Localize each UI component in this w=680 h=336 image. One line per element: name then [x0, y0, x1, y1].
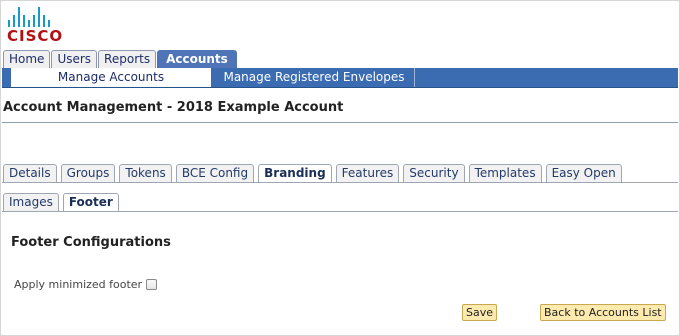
tab-groups[interactable]: Groups — [60, 164, 116, 182]
section-heading: Footer Configurations — [11, 235, 171, 250]
sub-nav: Manage Accounts Manage Registered Envelo… — [2, 68, 678, 88]
tab-footer[interactable]: Footer — [62, 193, 119, 211]
tab-images[interactable]: Images — [3, 193, 59, 211]
tab-features[interactable]: Features — [335, 164, 400, 182]
tab-accounts[interactable]: Accounts — [157, 50, 237, 68]
tab-security[interactable]: Security — [403, 164, 465, 182]
tab-bce-config[interactable]: BCE Config — [175, 164, 255, 182]
back-to-accounts-list-button[interactable]: Back to Accounts List — [540, 304, 666, 321]
tab-home[interactable]: Home — [3, 50, 51, 68]
apply-minimized-footer-checkbox[interactable] — [146, 279, 157, 290]
logo-text: CISCO — [7, 27, 64, 45]
settings-tabs: Details Groups Tokens BCE Config Brandin… — [3, 164, 622, 182]
title-divider — [2, 122, 678, 123]
tab-easy-open[interactable]: Easy Open — [545, 164, 622, 182]
branding-tabs-divider — [2, 211, 678, 212]
tab-tokens[interactable]: Tokens — [119, 164, 172, 182]
cisco-logo: CISCO — [7, 6, 63, 44]
main-nav: Home Users Reports Accounts — [3, 50, 237, 68]
branding-tabs: Images Footer — [3, 193, 119, 211]
page-title: Account Management - 2018 Example Accoun… — [3, 100, 344, 115]
apply-minimized-footer-label: Apply minimized footer — [14, 278, 143, 291]
subnav-manage-registered-envelopes[interactable]: Manage Registered Envelopes — [214, 68, 415, 87]
tab-templates[interactable]: Templates — [468, 164, 542, 182]
settings-tabs-divider — [2, 182, 678, 183]
subnav-manage-accounts[interactable]: Manage Accounts — [11, 68, 211, 87]
tab-reports[interactable]: Reports — [98, 50, 157, 68]
cisco-bars-icon — [8, 6, 63, 27]
tab-branding[interactable]: Branding — [258, 164, 332, 182]
tab-details[interactable]: Details — [3, 164, 57, 182]
tab-users[interactable]: Users — [51, 50, 98, 68]
save-button[interactable]: Save — [462, 304, 498, 321]
